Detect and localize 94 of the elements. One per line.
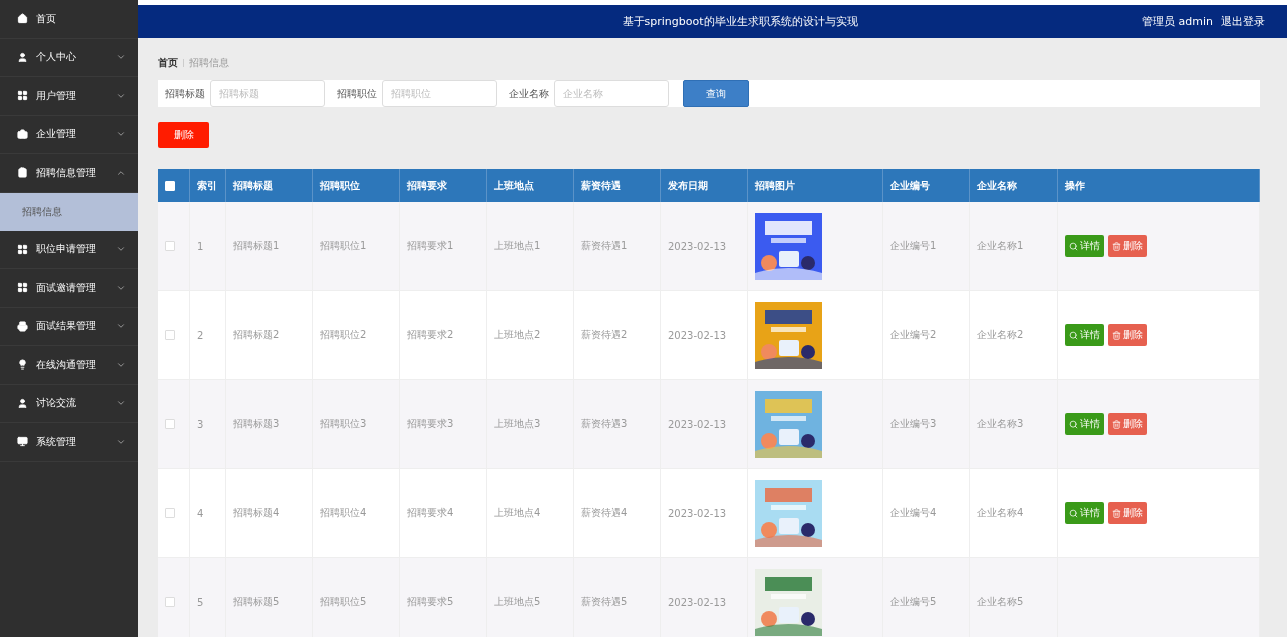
table-cell: 招聘要求4 bbox=[400, 469, 487, 558]
table-cell: 薪资待遇3 bbox=[574, 380, 661, 469]
table-cell: 招聘职位1 bbox=[313, 202, 400, 291]
details-button[interactable]: 详情 bbox=[1065, 413, 1104, 435]
submenu-item[interactable]: 招聘信息 bbox=[0, 192, 138, 231]
column-header: 招聘图片 bbox=[748, 169, 883, 202]
column-header: 薪资待遇 bbox=[574, 169, 661, 202]
column-header: 招聘标题 bbox=[226, 169, 313, 202]
grid-icon bbox=[17, 90, 28, 102]
trash-icon bbox=[1112, 508, 1121, 518]
search-icon bbox=[1069, 330, 1078, 340]
table-cell: 招聘标题2 bbox=[226, 291, 313, 380]
logout-link[interactable]: 退出登录 bbox=[1221, 14, 1265, 29]
table-cell: 企业编号5 bbox=[883, 558, 970, 637]
table-cell: 3 bbox=[190, 380, 226, 469]
table-cell: 薪资待遇1 bbox=[574, 202, 661, 291]
table-cell: 招聘职位3 bbox=[313, 380, 400, 469]
table-cell: 5 bbox=[190, 558, 226, 637]
table-cell: 薪资待遇5 bbox=[574, 558, 661, 637]
table-cell: 上班地点2 bbox=[487, 291, 574, 380]
column-header: 索引 bbox=[190, 169, 226, 202]
table-cell: 企业名称1 bbox=[970, 202, 1058, 291]
column-header: 招聘职位 bbox=[313, 169, 400, 202]
column-header: 企业名称 bbox=[970, 169, 1058, 202]
column-header: 操作 bbox=[1058, 169, 1260, 202]
trash-icon bbox=[1112, 241, 1121, 251]
breadcrumb-item[interactable]: 首页 bbox=[158, 56, 178, 70]
table-cell: 4 bbox=[190, 469, 226, 558]
table-cell: 招聘标题5 bbox=[226, 558, 313, 637]
search-field[interactable]: 企业名称 bbox=[554, 80, 669, 107]
table-cell: 企业编号1 bbox=[883, 202, 970, 291]
table-cell: 招聘职位5 bbox=[313, 558, 400, 637]
table-cell: 招聘标题3 bbox=[226, 380, 313, 469]
search-field[interactable]: 招聘标题 bbox=[210, 80, 325, 107]
checkbox[interactable] bbox=[165, 508, 175, 518]
table-cell: 企业编号3 bbox=[883, 380, 970, 469]
lightbulb-icon bbox=[17, 359, 28, 371]
checkbox[interactable] bbox=[165, 241, 175, 251]
details-button[interactable]: 详情 bbox=[1065, 235, 1104, 257]
table-cell: 企业名称5 bbox=[970, 558, 1058, 637]
column-header: 企业编号 bbox=[883, 169, 970, 202]
table-cell: 企业名称4 bbox=[970, 469, 1058, 558]
table-cell: 上班地点4 bbox=[487, 469, 574, 558]
breadcrumb-item: 招聘信息 bbox=[189, 56, 229, 70]
user-icon bbox=[17, 397, 28, 409]
search-icon bbox=[1069, 508, 1078, 518]
field-label: 招聘标题 bbox=[165, 86, 205, 101]
field-label: 招聘职位 bbox=[337, 86, 377, 101]
table-cell: 招聘职位2 bbox=[313, 291, 400, 380]
table-cell: 招聘要求1 bbox=[400, 202, 487, 291]
user-label: 管理员 admin bbox=[1142, 14, 1213, 29]
table-cell: 企业编号4 bbox=[883, 469, 970, 558]
field-label: 企业名称 bbox=[509, 86, 549, 101]
table-cell: 2023-02-13 bbox=[661, 558, 748, 637]
table-cell: 薪资待遇2 bbox=[574, 291, 661, 380]
table-cell: 招聘要求2 bbox=[400, 291, 487, 380]
table-cell: 上班地点5 bbox=[487, 558, 574, 637]
table-cell: 2023-02-13 bbox=[661, 380, 748, 469]
column-header: 发布日期 bbox=[661, 169, 748, 202]
column-header: 招聘要求 bbox=[400, 169, 487, 202]
home-icon bbox=[17, 13, 28, 25]
table-cell: 企业名称3 bbox=[970, 380, 1058, 469]
table-cell: 招聘要求5 bbox=[400, 558, 487, 637]
table-cell: 2023-02-13 bbox=[661, 469, 748, 558]
search-button[interactable]: 查询 bbox=[683, 80, 749, 107]
table-cell: 上班地点3 bbox=[487, 380, 574, 469]
app-title: 基于springboot的毕业生求职系统的设计与实现 bbox=[621, 14, 859, 29]
details-button[interactable]: 详情 bbox=[1065, 324, 1104, 346]
delete-button[interactable]: 删除 bbox=[158, 122, 209, 148]
details-button[interactable]: 详情 bbox=[1065, 502, 1104, 524]
table-cell: 招聘标题1 bbox=[226, 202, 313, 291]
table-cell: 招聘职位4 bbox=[313, 469, 400, 558]
monitor-icon bbox=[17, 436, 28, 448]
user-icon bbox=[17, 51, 28, 63]
search-icon bbox=[1069, 419, 1078, 429]
checkbox[interactable] bbox=[165, 597, 175, 607]
table-cell: 1 bbox=[190, 202, 226, 291]
grid-icon bbox=[17, 282, 28, 294]
table-cell: 上班地点1 bbox=[487, 202, 574, 291]
checkbox[interactable] bbox=[165, 330, 175, 340]
table-cell: 2023-02-13 bbox=[661, 202, 748, 291]
table-cell: 企业编号2 bbox=[883, 291, 970, 380]
checkbox[interactable] bbox=[165, 419, 175, 429]
table-cell: 薪资待遇4 bbox=[574, 469, 661, 558]
trash-icon bbox=[1112, 419, 1121, 429]
table-cell: 招聘标题4 bbox=[226, 469, 313, 558]
table-cell: 2023-02-13 bbox=[661, 291, 748, 380]
grid-icon bbox=[17, 243, 28, 255]
search-icon bbox=[1069, 241, 1078, 251]
trash-icon bbox=[1112, 330, 1121, 340]
table-cell: 2 bbox=[190, 291, 226, 380]
table-cell: 招聘要求3 bbox=[400, 380, 487, 469]
table-cell: 企业名称2 bbox=[970, 291, 1058, 380]
column-header: 上班地点 bbox=[487, 169, 574, 202]
